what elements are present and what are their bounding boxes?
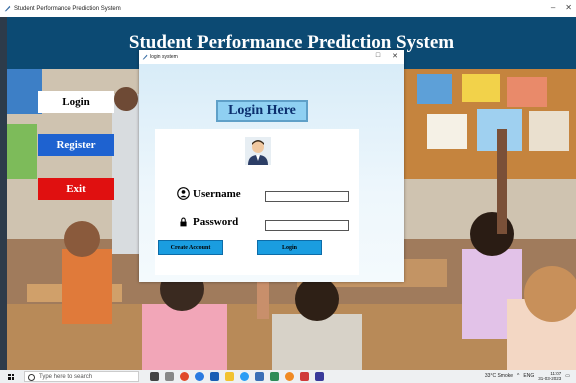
windows-start-icon[interactable] <box>8 373 14 380</box>
exit-button[interactable]: Exit <box>38 178 114 200</box>
lock-icon <box>180 217 187 227</box>
store-icon[interactable] <box>210 372 219 381</box>
create-account-button[interactable]: Create Account <box>158 240 223 255</box>
window-title: Student Performance Prediction System <box>14 5 121 12</box>
close-icon[interactable]: ✕ <box>392 52 398 60</box>
notification-icon[interactable]: ▭ <box>565 373 570 379</box>
feather-icon <box>4 5 11 12</box>
search-placeholder: Type here to search <box>39 373 93 380</box>
left-edge-strip <box>0 17 7 370</box>
password-label: Password <box>193 216 239 228</box>
feather-icon <box>142 54 148 60</box>
login-dialog: login system □ ✕ Login Here Username Pas… <box>139 50 404 282</box>
username-input[interactable] <box>265 191 349 202</box>
dialog-title: login system <box>150 54 178 60</box>
brave-browser-icon[interactable] <box>180 372 189 381</box>
login-form-card: Username Password Create Account Login <box>155 129 359 275</box>
dialog-titlebar: login system □ ✕ <box>139 50 404 64</box>
taskbar-search[interactable]: Type here to search <box>24 371 139 382</box>
password-row: Password <box>180 216 238 228</box>
file-explorer-icon[interactable] <box>225 372 234 381</box>
maximize-icon[interactable]: □ <box>376 52 380 60</box>
clock-date: 31-03-2023 <box>538 376 562 381</box>
dialog-login-button[interactable]: Login <box>257 240 322 255</box>
user-circle-icon <box>177 187 190 200</box>
office-icon[interactable] <box>300 372 309 381</box>
search-icon <box>28 374 35 381</box>
user-avatar-icon <box>245 137 271 165</box>
taskbar-clock[interactable]: 11:07 31-03-2023 <box>538 371 561 381</box>
password-input[interactable] <box>265 220 349 231</box>
minimize-icon[interactable]: – <box>551 3 555 12</box>
taskbar: Type here to search 33°C Smoke ^ ENG 11:… <box>0 370 576 383</box>
task-view-icon[interactable] <box>150 372 159 381</box>
python-feather-icon[interactable] <box>315 372 324 381</box>
username-row: Username <box>177 187 241 200</box>
chrome-icon[interactable] <box>240 372 249 381</box>
window-titlebar: Student Performance Prediction System – … <box>0 0 576 17</box>
dialog-controls: □ ✕ <box>376 52 398 60</box>
chevron-up-icon[interactable]: ^ <box>517 373 519 379</box>
taskbar-apps <box>150 372 324 381</box>
close-icon[interactable]: ✕ <box>565 3 572 12</box>
login-heading: Login Here <box>216 100 308 122</box>
dialog-body: Login Here Username Password Create Acco… <box>139 64 404 282</box>
window-controls: – ✕ <box>551 3 572 12</box>
username-label: Username <box>193 187 241 200</box>
mail-icon[interactable] <box>255 372 264 381</box>
language-indicator[interactable]: ENG <box>523 373 534 379</box>
widgets-icon[interactable] <box>165 372 174 381</box>
register-button[interactable]: Register <box>38 134 114 156</box>
system-tray: 33°C Smoke ^ ENG 11:07 31-03-2023 ▭ <box>485 371 570 381</box>
vscode-icon[interactable] <box>270 372 279 381</box>
login-button[interactable]: Login <box>38 91 114 113</box>
weather-text[interactable]: 33°C Smoke <box>485 373 513 379</box>
edge-browser-icon[interactable] <box>195 372 204 381</box>
app-icon[interactable] <box>285 372 294 381</box>
